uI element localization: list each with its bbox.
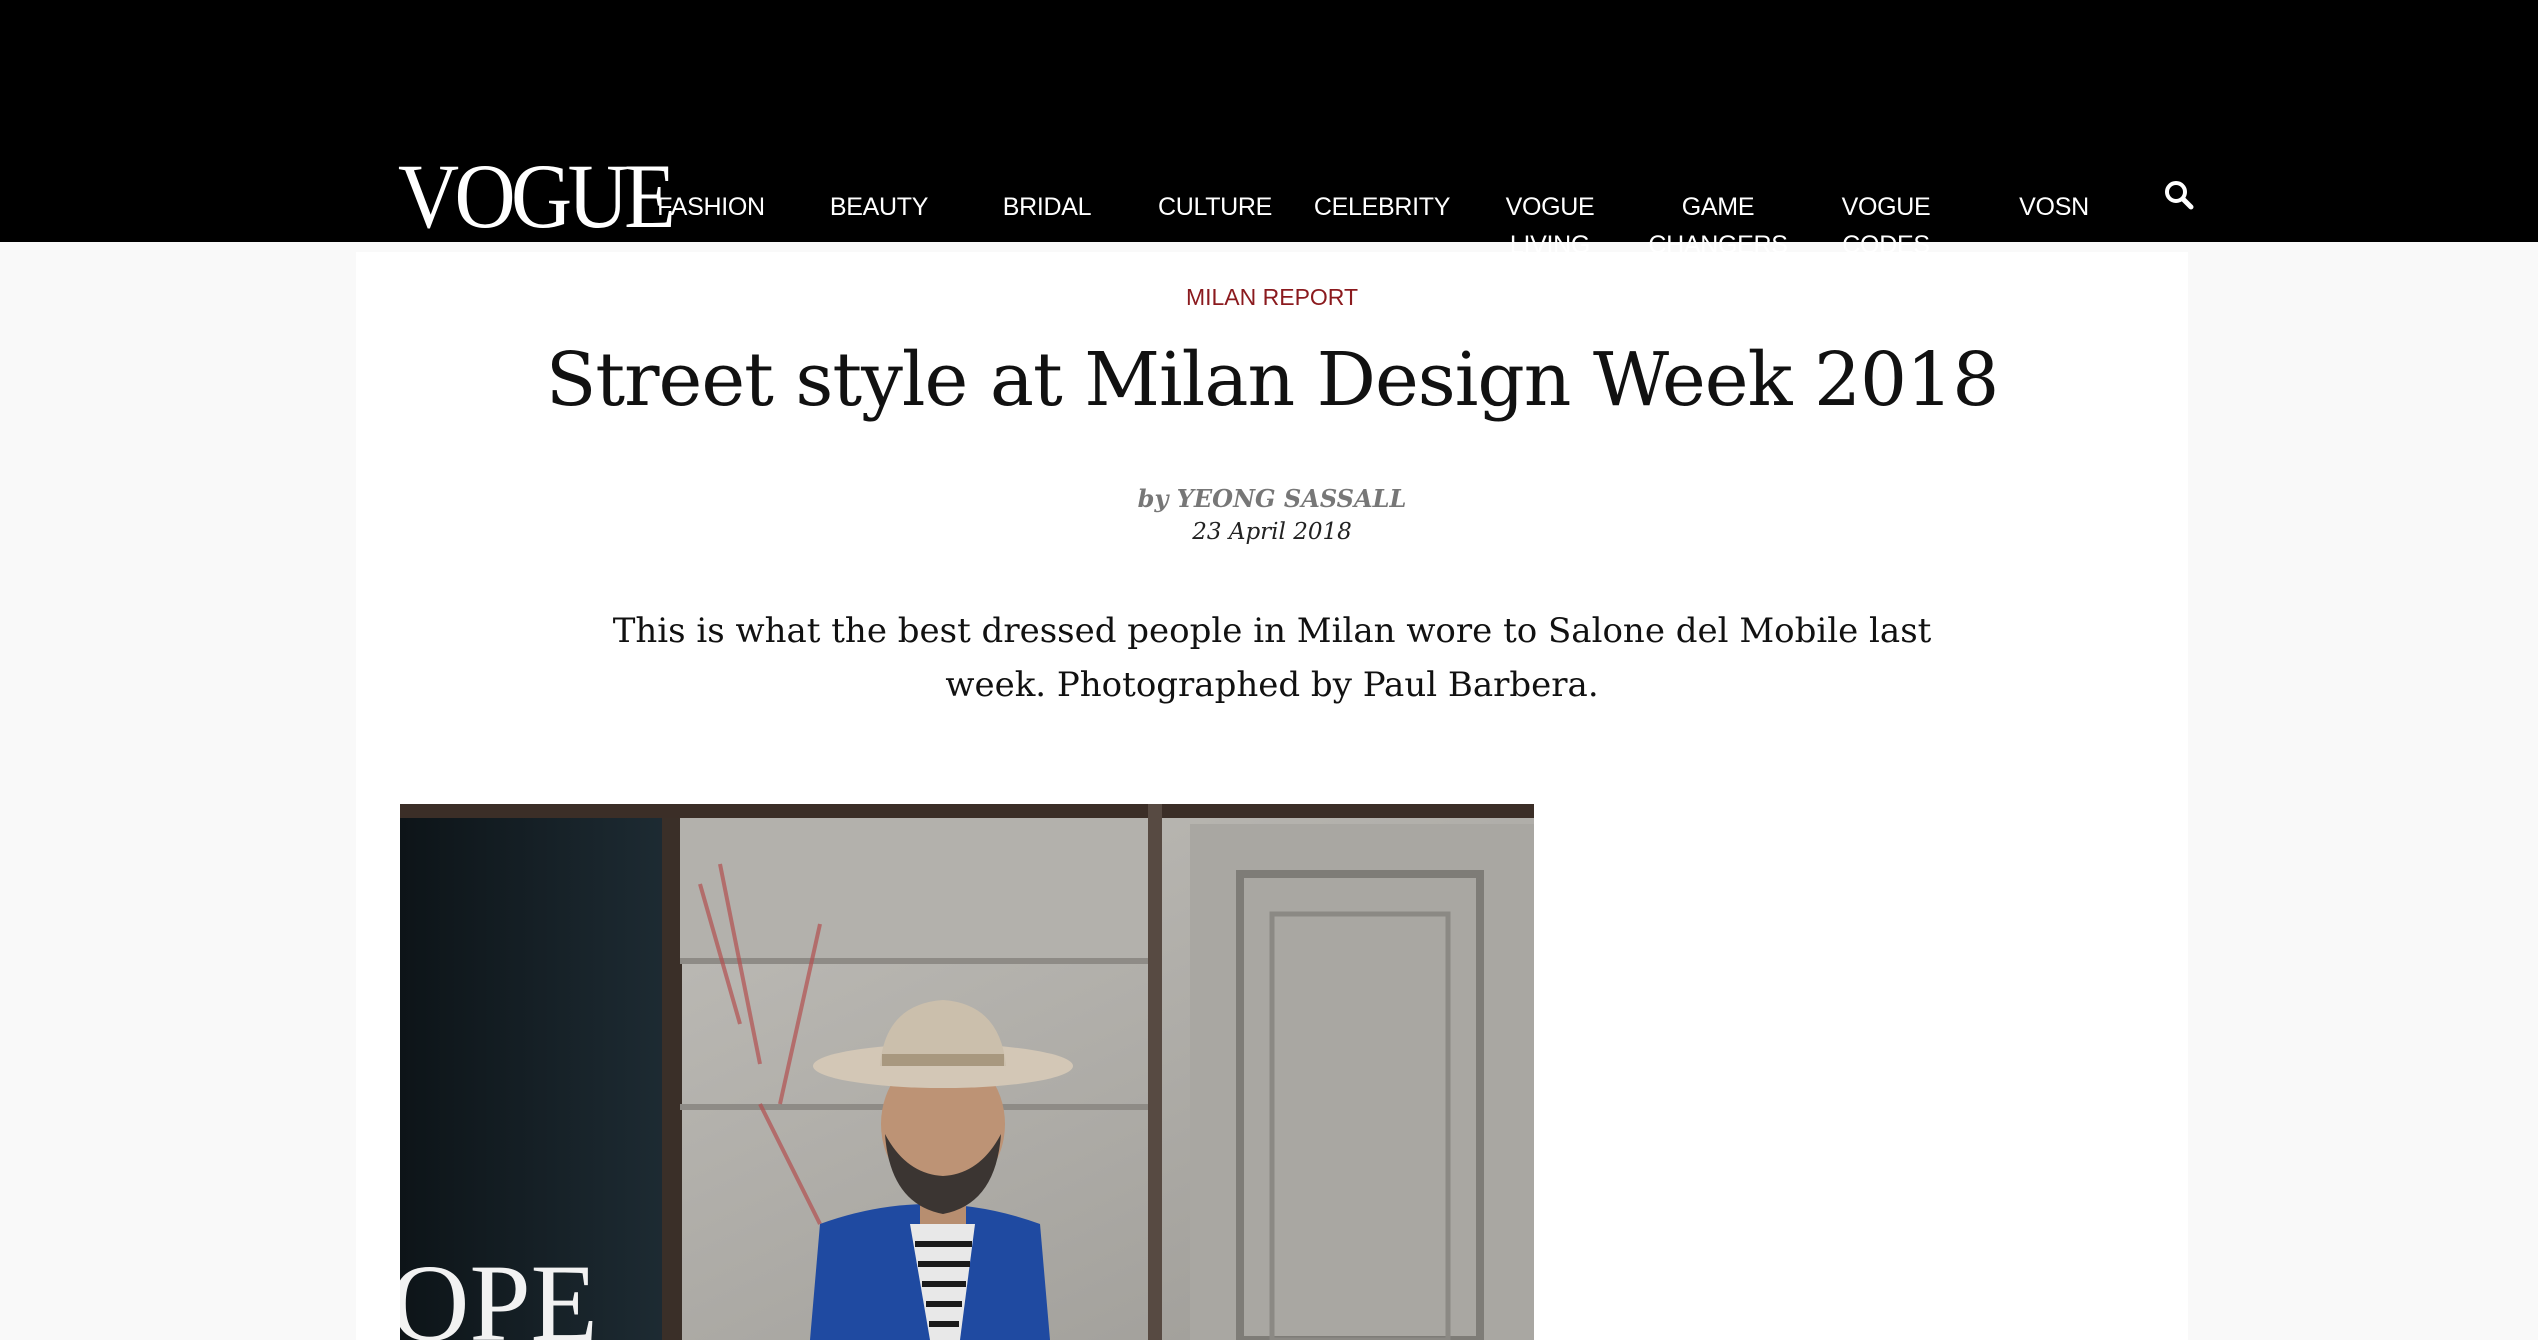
- article-standfirst: This is what the best dressed people in …: [612, 611, 1932, 705]
- search-icon: [2165, 181, 2194, 210]
- article-byline: by YEONG SASSALL: [356, 482, 2188, 516]
- publish-date: 23 April 2018: [1192, 519, 1352, 545]
- hero-photo[interactable]: OPE: [400, 804, 1534, 1340]
- nav-item-bridal[interactable]: BRIDAL: [963, 188, 1131, 226]
- nav-item-celebrity[interactable]: CELEBRITY: [1298, 188, 1466, 226]
- nav-item-fashion[interactable]: FASHION: [627, 188, 795, 226]
- nav-item-culture[interactable]: CULTURE: [1131, 188, 1299, 226]
- storefront-sign-text: OPE: [400, 1242, 598, 1340]
- author-link[interactable]: YEONG SASSALL: [1177, 484, 1407, 513]
- nav-item-vosn[interactable]: VOSN: [1970, 188, 2138, 226]
- nav-item-beauty[interactable]: BEAUTY: [795, 188, 963, 226]
- byline-prefix: by: [1137, 484, 1169, 513]
- street-style-photo-illustration: OPE: [400, 804, 1534, 1340]
- article-container: MILAN REPORT Street style at Milan Desig…: [356, 252, 2188, 1340]
- article-category-link[interactable]: MILAN REPORT: [356, 282, 2188, 312]
- top-navigation-bar: VOGUE FASHION BEAUTY BRIDAL CULTURE CELE…: [0, 0, 2538, 259]
- search-button[interactable]: [2162, 178, 2196, 212]
- article-title: Street style at Milan Design Week 2018: [545, 337, 2000, 423]
